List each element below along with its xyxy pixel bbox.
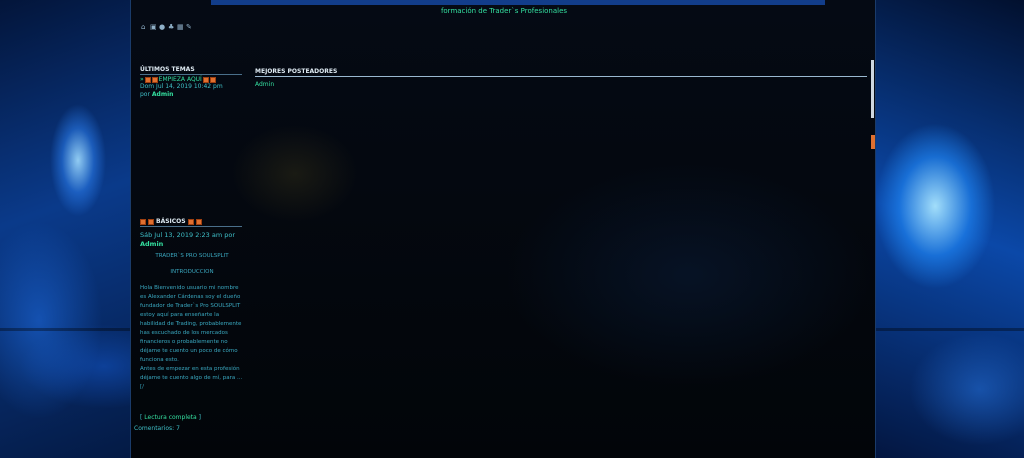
comments-label: Comentarios: [134, 425, 175, 432]
post-body: Hola Bienvenido usuario mi nombre es Ale… [140, 285, 242, 363]
orange-badge-icon [151, 76, 158, 83]
orange-badge-icon [202, 76, 209, 83]
header-banner-strip [211, 0, 825, 5]
top-posters-title: MEJORES POSTEADORES [255, 68, 867, 77]
post-body-continued: Antes de empezar en esta profesión déjam… [140, 366, 243, 390]
users-icon[interactable]: ♣ [168, 24, 175, 31]
poster-link[interactable]: Admin [255, 81, 867, 88]
read-more-link[interactable]: Lectura completa [144, 414, 196, 421]
orange-badge-icon [195, 218, 202, 225]
image-icon[interactable]: ▣ [150, 24, 157, 31]
bullet: » [140, 76, 144, 83]
edit-icon[interactable]: ✎ [186, 24, 193, 31]
calendar-icon[interactable]: ▦ [177, 24, 184, 31]
basicos-date: Sáb Jul 13, 2019 2:23 am por [140, 231, 236, 239]
post-subheading: INTRODUCCION [170, 269, 214, 275]
orange-badge-icon [148, 218, 154, 225]
comments-count: Comentarios: 7 [134, 425, 180, 432]
by-label: por [140, 91, 150, 98]
orange-badge-icon [187, 218, 194, 225]
forum-main-column: formación de Trader`s Profesionales ⌂ ▣ … [130, 0, 876, 458]
latest-topics-title: ÚLTIMOS TEMAS [140, 66, 242, 75]
basicos-title[interactable]: BÁSICOS [156, 218, 186, 225]
orange-badge-icon [140, 218, 146, 225]
latest-topic-byline: por Admin [140, 91, 242, 99]
basicos-header: BÁSICOS [140, 218, 242, 227]
author-link[interactable]: Admin [152, 91, 174, 98]
comments-number[interactable]: 7 [176, 425, 180, 432]
basicos-author-link[interactable]: Admin [140, 240, 250, 249]
read-more-wrapper: [ Lectura completa ] [140, 414, 201, 421]
post-heading: TRADER`S PRO SOULSPLIT [155, 253, 229, 259]
orange-badge-icon [209, 76, 216, 83]
scrollbar-thumb[interactable] [871, 60, 874, 118]
latest-topic-date: Dom Jul 14, 2019 10:42 pm [140, 83, 223, 90]
home-icon[interactable]: ⌂ [141, 24, 148, 31]
site-slogan: formación de Trader`s Profesionales [440, 7, 568, 15]
latest-topics-widget: ÚLTIMOS TEMAS » EMPIEZA AQUÍ Dom Jul 14,… [140, 66, 242, 99]
basicos-meta: Sáb Jul 13, 2019 2:23 am por Admin [140, 231, 250, 249]
top-posters-widget: MEJORES POSTEADORES Admin [255, 68, 867, 88]
background-left-panel [0, 0, 130, 458]
edge-marker [871, 135, 875, 149]
background-right-panel [876, 0, 1024, 458]
forum-toolbar: ⌂ ▣ ● ♣ ▦ ✎ [141, 24, 193, 31]
user-icon[interactable]: ● [159, 24, 166, 31]
bracket-open: [ [140, 414, 143, 421]
latest-topic-link[interactable]: EMPIEZA AQUÍ [159, 76, 202, 83]
orange-badge-icon [144, 76, 151, 83]
basicos-post-excerpt: TRADER`S PRO SOULSPLIT INTRODUCCION Hola… [140, 252, 244, 392]
bracket-close: ] [198, 414, 201, 421]
latest-topic-item[interactable]: » EMPIEZA AQUÍ [140, 76, 242, 83]
